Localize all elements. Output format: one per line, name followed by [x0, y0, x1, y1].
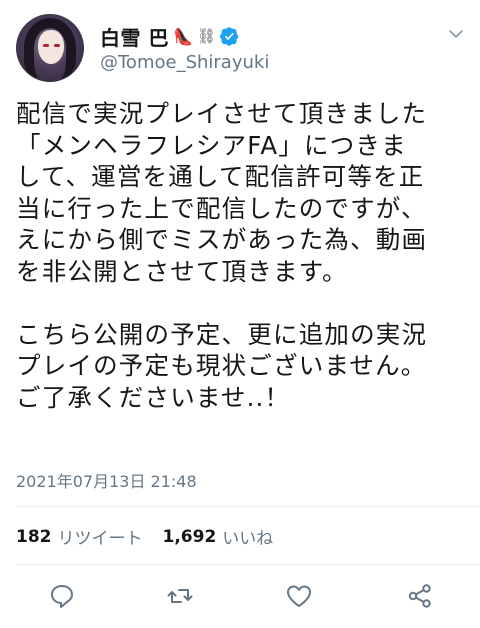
avatar-face: [38, 30, 64, 64]
divider: [16, 564, 480, 565]
avatar-eye: [54, 44, 60, 47]
retweet-icon[interactable]: [166, 582, 194, 610]
divider: [16, 506, 480, 507]
action-bar: [0, 574, 480, 618]
retweet-count[interactable]: 182: [16, 527, 52, 547]
like-label[interactable]: いいね: [222, 524, 273, 549]
share-icon[interactable]: [406, 582, 434, 610]
tweet-stats: 182 リツイート 1,692 いいね: [16, 524, 287, 550]
retweet-label[interactable]: リツイート: [58, 524, 143, 549]
name-row: 白雪 巴 👠 ⛓: [100, 22, 239, 50]
avatar[interactable]: [16, 14, 84, 82]
like-count[interactable]: 1,692: [163, 527, 217, 547]
tweet-text: 配信で実況プレイさせて頂きました 「メンヘラフレシアFA」につきま して、運営を…: [16, 99, 428, 412]
tweet-header: 白雪 巴 👠 ⛓ @Tomoe_Shirayuki: [0, 0, 480, 90]
high-heel-emoji: 👠: [172, 26, 193, 46]
like-icon[interactable]: [285, 582, 313, 610]
tweet-timestamp[interactable]: 2021年07月13日 21:48: [16, 468, 197, 492]
avatar-eye: [43, 44, 49, 47]
chain-emoji: ⛓: [196, 27, 216, 45]
user-handle[interactable]: @Tomoe_Shirayuki: [100, 52, 269, 73]
reply-icon[interactable]: [48, 582, 76, 610]
chevron-down-icon[interactable]: [448, 26, 464, 42]
verified-icon: [219, 26, 239, 46]
display-name[interactable]: 白雪 巴: [100, 22, 169, 51]
